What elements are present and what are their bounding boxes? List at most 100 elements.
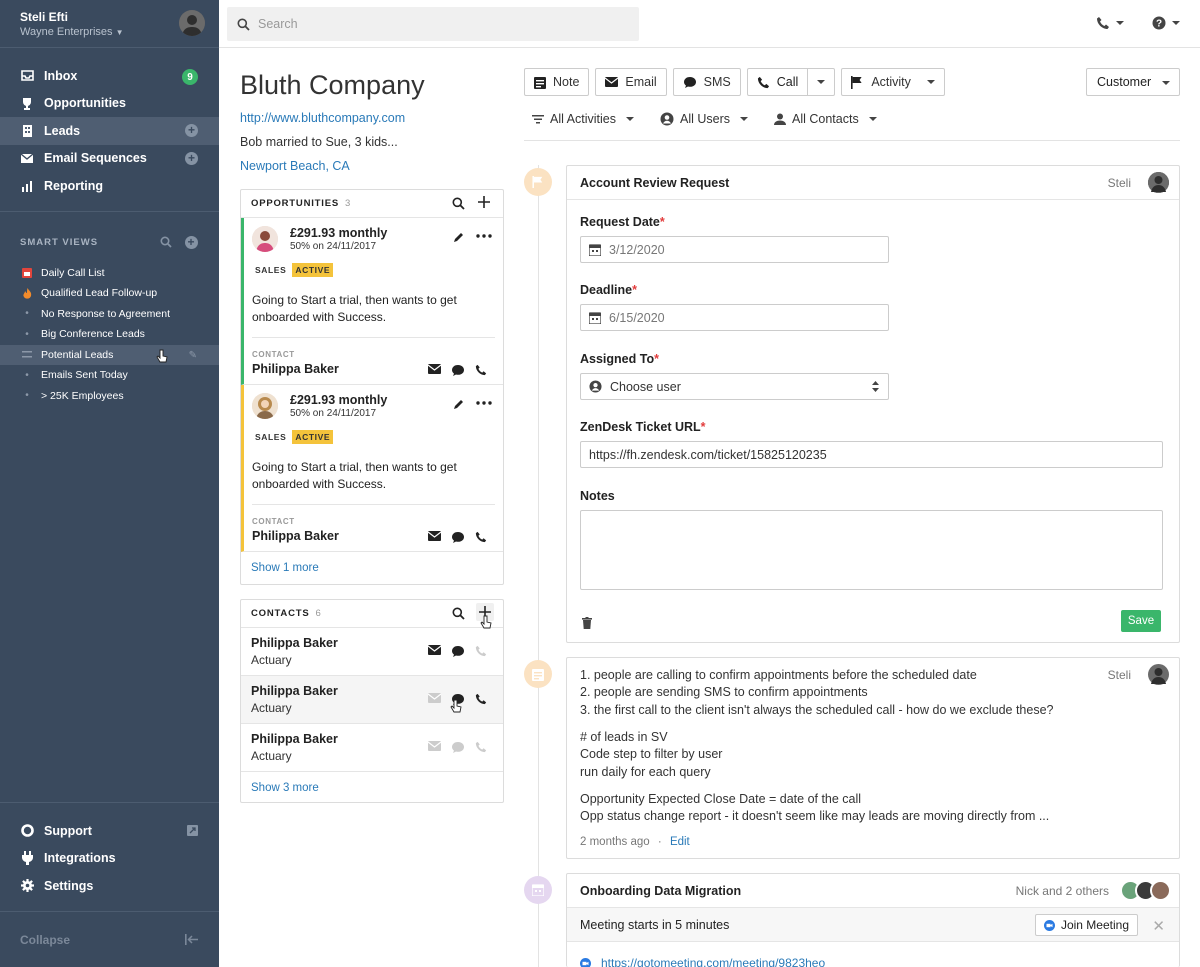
company-location-link[interactable]: Newport Beach, CA (240, 159, 350, 173)
user-avatar[interactable] (179, 10, 205, 36)
activity-filters: All Activities All Users All Contacts (532, 112, 903, 126)
opportunity-item[interactable]: £291.93 monthly 50% on 24/11/2017 SALES … (241, 218, 503, 385)
org-switcher[interactable]: Wayne Enterprises ▼ (20, 26, 199, 38)
add-lead-icon[interactable]: + (185, 124, 198, 137)
add-smart-view-icon[interactable]: + (185, 235, 198, 249)
sms-icon[interactable] (450, 693, 465, 713)
call-button[interactable]: Call (748, 69, 809, 95)
show-more-contacts-link[interactable]: Show 3 more (241, 772, 503, 803)
nav-support[interactable]: Support (0, 817, 219, 845)
filter-users-dropdown[interactable]: All Users (660, 112, 749, 126)
user-menu[interactable]: Steli Efti Wayne Enterprises ▼ (0, 0, 219, 48)
trash-icon[interactable] (582, 617, 592, 629)
status-badge: ACTIVE (292, 263, 334, 277)
call-options-dropdown[interactable] (808, 69, 834, 95)
email-icon[interactable] (428, 693, 441, 706)
sms-button[interactable]: SMS (672, 68, 741, 96)
contact-row[interactable]: Philippa Baker Actuary (241, 724, 503, 772)
nav-integrations[interactable]: Integrations (0, 845, 219, 873)
smart-view-item[interactable]: • > 25K Employees (0, 386, 219, 407)
lead-status-select[interactable]: Customer (1086, 68, 1180, 96)
smart-view-label: Big Conference Leads (41, 328, 145, 341)
pipeline-tag: SALES (255, 432, 287, 442)
smart-view-item[interactable]: • Big Conference Leads (0, 324, 219, 345)
show-more-opportunities-link[interactable]: Show 1 more (241, 552, 503, 583)
nav-settings[interactable]: Settings (0, 872, 219, 900)
edit-icon[interactable] (453, 231, 465, 243)
nav-reporting[interactable]: Reporting (0, 172, 219, 200)
request-date-label: Request Date* (580, 215, 665, 229)
nav-opportunities[interactable]: Opportunities (0, 90, 219, 118)
phone-icon (757, 76, 770, 89)
smart-view-item[interactable]: Potential Leads ✎ (0, 344, 219, 365)
email-icon[interactable] (428, 531, 441, 544)
sms-icon[interactable] (451, 645, 465, 658)
calendar-icon (589, 243, 601, 256)
sms-icon[interactable] (451, 741, 465, 754)
contact-name[interactable]: Philippa Baker (251, 636, 338, 650)
smart-view-item[interactable]: Qualified Lead Follow-up (0, 283, 219, 304)
edit-icon[interactable]: ✎ (189, 350, 197, 361)
deadline-input[interactable]: 6/15/2020 (580, 304, 889, 331)
search-icon[interactable] (452, 197, 465, 210)
email-icon[interactable] (428, 741, 441, 754)
more-options-icon[interactable] (476, 234, 492, 238)
more-options-icon[interactable] (476, 401, 492, 405)
phone-menu-button[interactable] (1096, 16, 1124, 30)
filter-activities-dropdown[interactable]: All Activities (532, 112, 634, 126)
phone-icon[interactable] (475, 645, 487, 658)
smart-view-item[interactable]: • Emails Sent Today (0, 365, 219, 386)
external-link-icon[interactable] (187, 825, 198, 836)
add-sequence-icon[interactable]: + (185, 151, 198, 165)
notes-textarea[interactable] (580, 510, 1163, 590)
contact-name[interactable]: Philippa Baker (251, 684, 338, 698)
help-menu-button[interactable]: ? (1152, 16, 1180, 30)
contact-name[interactable]: Philippa Baker (252, 529, 339, 543)
edit-icon[interactable] (453, 398, 465, 410)
contact-title: Actuary (251, 653, 292, 667)
contact-row[interactable]: Philippa Baker Actuary (241, 676, 503, 724)
sidebar: Steli Efti Wayne Enterprises ▼ Inbox 9 O… (0, 0, 219, 967)
join-meeting-button[interactable]: Join Meeting (1034, 914, 1138, 936)
add-opportunity-icon[interactable] (477, 195, 491, 209)
filter-contacts-dropdown[interactable]: All Contacts (774, 112, 877, 126)
close-icon[interactable]: ✕ (1152, 917, 1165, 935)
sms-icon[interactable] (451, 364, 465, 377)
edit-note-link[interactable]: Edit (670, 836, 690, 848)
phone-icon[interactable] (475, 741, 487, 754)
timeline-meeting-marker (524, 876, 552, 904)
smart-view-item[interactable]: • No Response to Agreement (0, 304, 219, 325)
search-icon[interactable] (452, 607, 465, 620)
phone-icon[interactable] (475, 693, 487, 706)
contact-name[interactable]: Philippa Baker (252, 362, 339, 376)
zendesk-url-input[interactable]: https://fh.zendesk.com/ticket/1582512023… (580, 441, 1163, 468)
request-date-input[interactable]: 3/12/2020 (580, 236, 889, 263)
contact-name[interactable]: Philippa Baker (251, 732, 338, 746)
save-button[interactable]: Save (1121, 610, 1161, 632)
collapse-sidebar-button[interactable]: Collapse (0, 911, 219, 967)
search-input[interactable]: Search (227, 7, 639, 41)
drag-handle-icon[interactable] (20, 351, 34, 358)
assigned-user-select[interactable]: Choose user (580, 373, 889, 400)
smart-view-item[interactable]: Daily Call List (0, 263, 219, 284)
activity-dropdown[interactable]: Activity (841, 68, 945, 96)
note-line: 1. people are calling to confirm appoint… (580, 668, 977, 682)
company-description[interactable]: Bob married to Sue, 3 kids... (240, 135, 398, 149)
contact-row[interactable]: Philippa Baker Actuary (241, 628, 503, 676)
nav-email-sequences[interactable]: Email Sequences + (0, 145, 219, 173)
note-button[interactable]: Note (524, 68, 590, 96)
phone-icon[interactable] (475, 364, 487, 377)
chevron-down-icon (817, 80, 826, 84)
nav-leads[interactable]: Leads + (0, 117, 219, 145)
email-icon[interactable] (428, 645, 441, 658)
opportunities-title: OPPORTUNITIES (251, 198, 339, 209)
phone-icon[interactable] (475, 531, 487, 544)
meeting-link[interactable]: https://gotomeeting.com/meeting/9823heo (601, 956, 825, 967)
sms-icon[interactable] (451, 531, 465, 544)
company-url-link[interactable]: http://www.bluthcompany.com (240, 111, 405, 125)
email-icon[interactable] (428, 364, 441, 377)
email-button[interactable]: Email (595, 68, 667, 96)
search-icon[interactable] (160, 235, 172, 248)
opportunity-item[interactable]: £291.93 monthly 50% on 24/11/2017 SALES … (241, 385, 503, 552)
nav-inbox[interactable]: Inbox 9 (0, 62, 219, 90)
